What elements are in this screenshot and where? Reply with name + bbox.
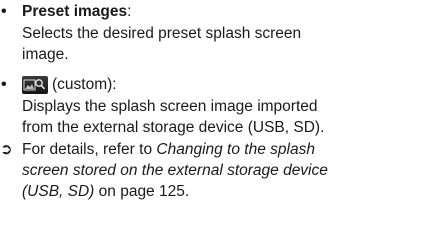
custom-description-line-2: from the external storage device (USB, S… xyxy=(22,119,325,136)
preset-description-line-2: image. xyxy=(22,46,69,63)
preset-images-title: Preset images: xyxy=(22,3,132,20)
bullet: • xyxy=(1,76,7,93)
reference-line-1: For details, refer to Changing to the sp… xyxy=(22,141,315,158)
custom-description-line-1: Displays the splash screen image importe… xyxy=(22,98,318,115)
bullet: • xyxy=(1,3,7,20)
reference-arrow-icon: ➲ xyxy=(0,141,13,158)
reference-line-2: screen stored on the external storage de… xyxy=(22,162,328,179)
preset-description-line-1: Selects the desired preset splash screen xyxy=(22,25,302,42)
custom-image-icon xyxy=(22,76,48,94)
custom-label: (custom): xyxy=(52,76,117,93)
reference-line-3: (USB, SD) on page 125. xyxy=(22,183,190,200)
